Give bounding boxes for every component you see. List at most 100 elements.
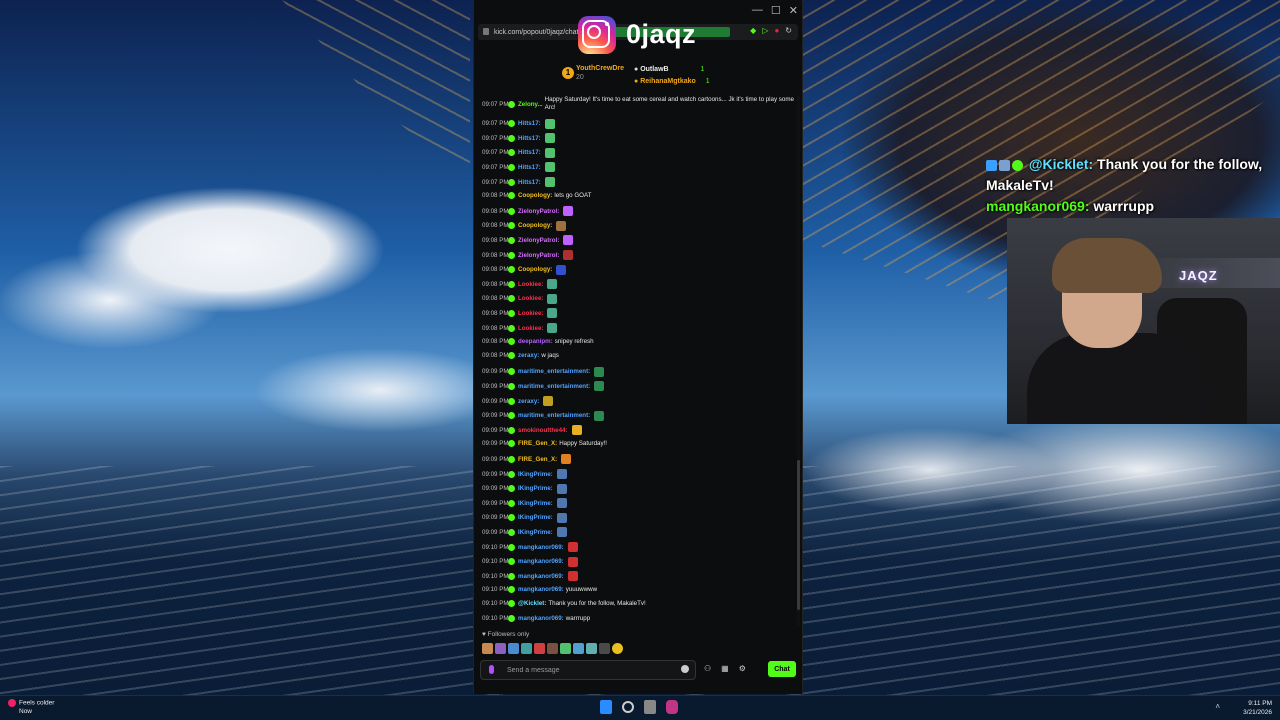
message-username[interactable]: Coopology: [518,266,552,273]
message-username[interactable]: ZielonyPatrol: [518,237,559,244]
chevron-up-icon[interactable]: ˄ [1215,702,1220,711]
message-username[interactable]: Lookiee: [518,325,543,332]
emote-icon[interactable] [495,643,506,654]
message-username[interactable]: maritime_entertainment: [518,368,590,375]
weather-widget[interactable]: Feels colder Now [8,699,54,716]
chat-scrollbar-thumb[interactable] [797,460,800,610]
emote-icon[interactable] [612,643,623,654]
chat-message[interactable]: 09:09 PM IKingPrime: [482,469,567,479]
minimize-icon[interactable]: — [752,4,763,17]
chat-message[interactable]: 09:09 PM maritime_entertainment: [482,381,605,392]
chat-message[interactable]: 09:09 PM IKingPrime: [482,483,567,494]
chat-message[interactable]: 09:10 PM mangkanor069: yuuuwwww [482,585,597,593]
send-chat-button[interactable]: Chat [768,661,796,677]
task-view-icon[interactable] [644,700,656,714]
chat-message[interactable]: 09:08 PM zeraxy: w jaqs [482,352,559,360]
chat-message[interactable]: 09:08 PM Lookiee: [482,293,558,304]
message-username[interactable]: zeraxy: [518,352,539,359]
emote-icon[interactable] [482,643,493,654]
chat-message[interactable]: 09:08 PM deepanipm: snipey refresh [482,337,594,345]
windows-start-icon[interactable] [600,700,612,714]
message-username[interactable]: IKingPrime: [518,500,553,507]
leaderboard-third[interactable]: ● ReihanaMgtkako 1 [634,78,710,85]
emote-icon[interactable] [508,643,519,654]
chat-message[interactable]: 09:07 PM Hitts17: [482,147,555,158]
chat-message[interactable]: 09:08 PM Coopology: [482,264,567,275]
search-icon[interactable] [622,701,634,713]
message-input[interactable] [505,663,679,678]
message-username[interactable]: deepanipm: [518,338,553,345]
message-username[interactable]: Hitts17: [518,135,541,142]
chat-message[interactable]: 09:10 PM @Kicklet: Thank you for the follo… [482,600,646,608]
mic-icon[interactable] [489,665,494,674]
chat-message[interactable]: 09:10 PM mangkanor069: warrrupp [482,615,590,622]
chat-message[interactable]: 09:09 PM maritime_entertainment: [482,410,605,421]
chat-message[interactable]: 09:08 PM Lookiee: [482,308,558,319]
chat-message[interactable]: 09:09 PM IKingPrime: [482,498,567,509]
message-username[interactable]: mangkanor069: [518,573,564,580]
instagram-taskbar-icon[interactable] [666,700,678,714]
emoji-picker-icon[interactable] [681,665,689,673]
message-username[interactable]: mangkanor069: [518,586,564,593]
chat-message[interactable]: 09:07 PM Hitts17: [482,133,555,144]
chat-message[interactable]: 09:10 PM mangkanor069: [482,556,578,567]
chat-message[interactable]: 09:08 PM ZielonyPatrol: [482,206,574,217]
message-username[interactable]: FIRE_Gen_X: [518,440,557,447]
message-username[interactable]: maritime_entertainment: [518,383,590,390]
message-username[interactable]: Hitts17: [518,149,541,156]
chat-message[interactable]: 09:09 PM smokinoutthe44: [482,425,582,436]
message-username[interactable]: zeraxy: [518,398,539,405]
message-username[interactable]: mangkanor069: [518,558,564,565]
message-username[interactable]: Hitts17: [518,164,541,171]
message-input-box[interactable] [480,660,696,680]
chat-message[interactable]: 09:08 PM ZielonyPatrol: [482,250,574,260]
settings-gear-icon[interactable]: ⚙ [739,664,746,673]
leaderboard-first[interactable]: 1 YouthCrewDre 20 [562,64,624,82]
chat-message[interactable]: 09:09 PM IKingPrime: [482,527,567,538]
calendar-icon[interactable]: ▦ [721,664,729,673]
message-username[interactable]: Zelony... [518,101,543,108]
chat-message[interactable]: 09:07 PM Hitts17: [482,177,555,187]
chat-message[interactable]: 09:09 PM maritime_entertainment: [482,366,605,377]
message-username[interactable]: smokinoutthe44: [518,427,568,434]
emote-icon[interactable] [547,643,558,654]
close-icon[interactable]: ✕ [789,4,798,17]
message-username[interactable]: Hitts17: [518,179,541,186]
chat-message[interactable]: 09:10 PM mangkanor069: [482,571,578,582]
message-username[interactable]: Coopology: [518,192,552,199]
message-username[interactable]: IKingPrime: [518,514,553,521]
message-username[interactable]: Hitts17: [518,120,541,127]
chat-message[interactable]: 09:08 PM Coopology: lets go GOAT [482,191,591,199]
chat-message[interactable]: 09:09 PM zeraxy: [482,396,554,406]
message-username[interactable]: IKingPrime: [518,471,553,478]
maximize-icon[interactable]: ☐ [771,4,781,17]
chat-message[interactable]: 09:08 PM Lookiee: [482,279,558,290]
clock[interactable]: 9:11 PM 3/21/2026 [1243,699,1272,717]
message-username[interactable]: maritime_entertainment: [518,412,590,419]
message-username[interactable]: Lookiee: [518,295,543,302]
message-username[interactable]: mangkanor069: [518,615,564,622]
chat-message[interactable]: 09:09 PM FIRE_Gen_X: [482,454,572,465]
message-username[interactable]: ZielonyPatrol: [518,252,559,259]
message-username[interactable]: Lookiee: [518,281,543,288]
message-username[interactable]: FIRE_Gen_X: [518,456,557,463]
chat-message[interactable]: 09:09 PM IKingPrime: [482,512,567,523]
emote-icon[interactable] [534,643,545,654]
message-username[interactable]: IKingPrime: [518,529,553,536]
message-username[interactable]: ZielonyPatrol: [518,208,559,215]
emote-icon[interactable] [586,643,597,654]
leaderboard-second[interactable]: ● OutlawB 1 [634,66,704,73]
chat-message[interactable]: 09:07 PM Hitts17: [482,118,555,129]
record-icon[interactable]: ● [774,26,779,35]
refresh-icon[interactable]: ↻ [785,26,792,35]
chat-message[interactable]: 09:08 PM Coopology: [482,220,567,231]
message-username[interactable]: Lookiee: [518,310,543,317]
emote-icon[interactable] [560,643,571,654]
message-username[interactable]: @Kicklet: [518,600,546,607]
emote-icon[interactable] [573,643,584,654]
chat-message[interactable]: 09:07 PM Zelony... Happy Saturday! It's ti… [482,96,795,112]
chat-message[interactable]: 09:08 PM ZielonyPatrol: [482,235,574,246]
shield-icon[interactable]: ◆ [750,26,756,35]
message-username[interactable]: IKingPrime: [518,485,553,492]
chat-message[interactable]: 09:09 PM FIRE_Gen_X: Happy Saturday!! [482,439,607,447]
